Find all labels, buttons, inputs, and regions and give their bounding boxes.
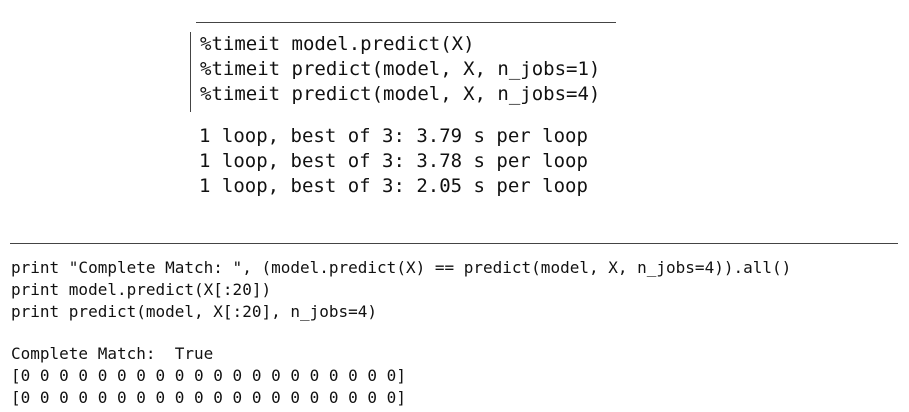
code-line: %timeit model.predict(X) (200, 33, 475, 55)
output-line: Complete Match: True (11, 344, 214, 363)
timeit-code-block[interactable]: %timeit model.predict(X) %timeit predict… (190, 32, 600, 112)
cell-top-rule (196, 22, 616, 23)
cell-bottom-rule (10, 243, 898, 244)
print-code-block[interactable]: print "Complete Match: ", (model.predict… (11, 257, 791, 323)
code-line: %timeit predict(model, X, n_jobs=1) (200, 58, 601, 80)
code-line: print predict(model, X[:20], n_jobs=4) (11, 302, 378, 321)
timeit-output-block: 1 loop, best of 3: 3.79 s per loop 1 loo… (199, 124, 588, 199)
output-line: [0 0 0 0 0 0 0 0 0 0 0 0 0 0 0 0 0 0 0 0… (11, 388, 406, 407)
output-line: 1 loop, best of 3: 3.79 s per loop (199, 125, 588, 147)
output-line: [0 0 0 0 0 0 0 0 0 0 0 0 0 0 0 0 0 0 0 0… (11, 366, 406, 385)
output-line: 1 loop, best of 3: 3.78 s per loop (199, 150, 588, 172)
print-output-block: Complete Match: True [0 0 0 0 0 0 0 0 0 … (11, 343, 406, 409)
code-line: print "Complete Match: ", (model.predict… (11, 258, 792, 277)
output-line: 1 loop, best of 3: 2.05 s per loop (199, 175, 588, 197)
code-line: print model.predict(X[:20]) (11, 280, 272, 299)
code-line: %timeit predict(model, X, n_jobs=4) (200, 83, 601, 105)
